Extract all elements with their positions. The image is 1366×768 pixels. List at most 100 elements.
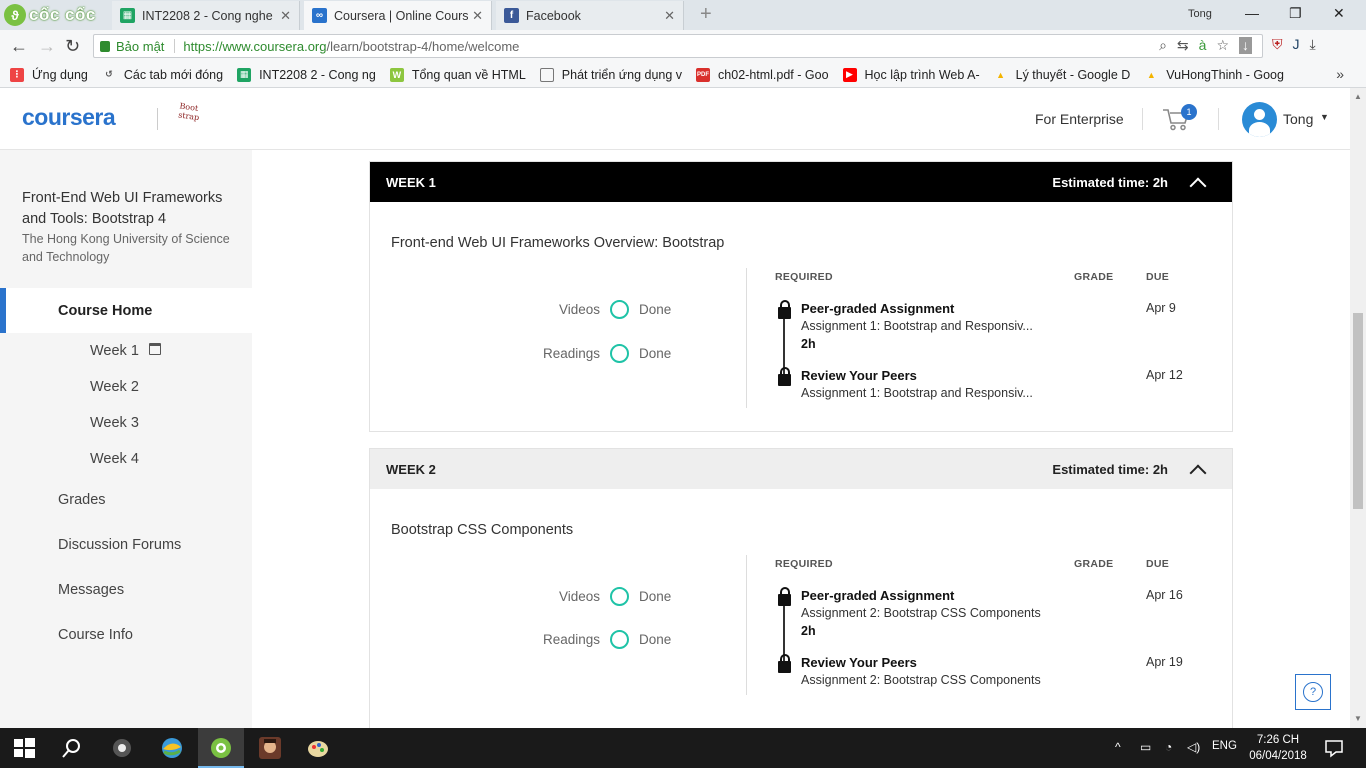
tab-close-icon[interactable]: ✕ [280, 8, 291, 24]
input-language[interactable]: ENG [1212, 740, 1237, 752]
back-icon[interactable]: ← [10, 36, 28, 57]
course-title[interactable]: Front-End Web UI Frameworks and Tools: B… [22, 188, 242, 230]
lock-icon [778, 587, 791, 606]
bookmark-star-icon[interactable]: ☆ [1216, 37, 1229, 54]
column-divider [746, 555, 747, 695]
translate-icon[interactable]: ⇆ [1177, 37, 1189, 54]
bookmark-ch02[interactable]: PDF ch02-html.pdf - Goo [696, 67, 829, 82]
bookmark-closed-tabs[interactable]: ↺ Các tab mới đóng [102, 68, 223, 82]
assignment-title[interactable]: Review Your Peers [801, 655, 917, 670]
tab-close-icon[interactable]: ✕ [472, 8, 483, 24]
reload-icon[interactable]: ↻ [65, 36, 80, 57]
chevron-up-icon[interactable] [1189, 177, 1207, 195]
timeline-line [783, 312, 785, 374]
taskbar-app-icon[interactable] [110, 736, 134, 760]
bookmark-html[interactable]: W Tổng quan về HTML [389, 67, 526, 82]
browser-profile[interactable]: Tong [1188, 8, 1212, 20]
paint-taskbar-icon[interactable] [306, 736, 330, 760]
search-icon[interactable]: ⌕ [1159, 37, 1167, 54]
bookmark-int2208[interactable]: ▦ INT2208 2 - Cong ng [237, 67, 376, 82]
bookmark-label: VuHongThinh - Goog [1166, 67, 1284, 82]
notifications-icon[interactable] [1322, 736, 1346, 760]
assignment-time: 2h [801, 624, 816, 638]
download-page-icon[interactable]: ↓ [1239, 37, 1252, 54]
course-thumbnail[interactable]: Boot strap [176, 101, 204, 134]
scroll-up-icon[interactable]: ▲ [1354, 92, 1362, 101]
forward-icon[interactable]: → [38, 36, 56, 57]
sidebar-item-week-1[interactable]: Week 1 [90, 343, 139, 359]
windows-taskbar: ^ ▭ ◔ ◁) ENG 7:26 CH 06/04/2018 [0, 728, 1366, 768]
network-icon[interactable]: ▭ [1140, 740, 1151, 754]
progress-status: Done [639, 346, 672, 361]
lock-icon [778, 367, 791, 386]
j-extension-icon[interactable]: J [1293, 36, 1300, 53]
sidebar-item-messages[interactable]: Messages [58, 582, 124, 598]
sidebar-item-discussion-forums[interactable]: Discussion Forums [58, 537, 181, 553]
assignment-title[interactable]: Peer-graded Assignment [801, 301, 954, 316]
assignment-title[interactable]: Peer-graded Assignment [801, 588, 954, 603]
url-bar[interactable]: Bảo mật https://www.coursera.org /learn/… [93, 34, 1263, 58]
sidebar-item-week-2[interactable]: Week 2 [90, 379, 139, 395]
coccoc-taskbar-icon[interactable] [209, 736, 233, 760]
omnibox-separator [174, 39, 176, 53]
chevron-down-icon[interactable]: ▼ [1320, 112, 1329, 122]
browser-tab-bar: ϑ cốc cốc ▦ INT2208 2 - Cong nghe ph ✕ ∞… [0, 0, 1366, 30]
assignment-subtitle[interactable]: Assignment 2: Bootstrap CSS Components [801, 606, 1041, 620]
module-title[interactable]: Front-end Web UI Frameworks Overview: Bo… [391, 235, 724, 251]
search-icon[interactable] [60, 736, 84, 760]
help-button[interactable]: ? [1295, 674, 1331, 710]
downloads-icon[interactable]: ⤓ [1310, 36, 1316, 53]
bookmark-ly-thuyet[interactable]: ▲ Lý thuyết - Google D [994, 67, 1131, 82]
sidebar-item-course-info[interactable]: Course Info [58, 627, 133, 643]
sidebar-item-week-3[interactable]: Week 3 [90, 415, 139, 431]
module-title[interactable]: Bootstrap CSS Components [391, 522, 573, 538]
windows-start-icon[interactable] [12, 736, 36, 760]
scroll-thumb[interactable] [1353, 313, 1363, 509]
close-window-icon[interactable]: ✕ [1333, 5, 1345, 22]
assignment-title[interactable]: Review Your Peers [801, 368, 917, 383]
volume-icon[interactable]: ◁) [1187, 740, 1200, 754]
tab-close-icon[interactable]: ✕ [664, 8, 675, 24]
bookmark-web-course[interactable]: ▶ Học lập trình Web A- [842, 67, 980, 82]
assignment-subtitle[interactable]: Assignment 2: Bootstrap CSS Components [801, 673, 1041, 687]
for-enterprise-link[interactable]: For Enterprise [1035, 111, 1124, 127]
sidebar-item-week-4[interactable]: Week 4 [90, 451, 139, 467]
main-content: WEEK 1 Estimated time: 2h Front-end Web … [252, 150, 1350, 728]
week-header[interactable]: WEEK 1 Estimated time: 2h [370, 162, 1232, 202]
coccoc-a-icon[interactable]: à [1199, 37, 1207, 54]
ublock-icon[interactable]: ⛨ [1272, 36, 1283, 53]
assignment-subtitle[interactable]: Assignment 1: Bootstrap and Responsiv... [801, 319, 1033, 333]
grade-header: GRADE [1074, 271, 1114, 283]
minimize-icon[interactable]: — [1245, 5, 1259, 21]
bookmark-apps[interactable]: ⋮ Ứng dụng [10, 67, 88, 82]
avatar[interactable] [1242, 102, 1277, 137]
bookmark-app-dev[interactable]: Phát triển ứng dụng v [539, 67, 682, 82]
coursera-logo[interactable]: coursera [22, 104, 116, 131]
bookmark-vuhongthinh[interactable]: ▲ VuHongThinh - Goog [1144, 68, 1284, 82]
tab-int2208[interactable]: ▦ INT2208 2 - Cong nghe ph ✕ [112, 1, 300, 30]
bookmark-label: Lý thuyết - Google D [1015, 67, 1131, 82]
taskbar-browser-icon[interactable] [160, 736, 184, 760]
new-tab-icon[interactable]: + [700, 3, 712, 26]
game-taskbar-icon[interactable] [258, 736, 282, 760]
bookmark-label: Các tab mới đóng [123, 67, 224, 82]
done-circle-icon [610, 587, 629, 606]
sidebar-item-course-home[interactable]: Course Home [0, 288, 252, 333]
tab-facebook[interactable]: f Facebook ✕ [496, 1, 684, 30]
tray-expand-icon[interactable]: ^ [1115, 740, 1121, 754]
maximize-icon[interactable]: ❐ [1289, 5, 1302, 22]
taskbar-clock[interactable]: 7:26 CH 06/04/2018 [1248, 732, 1308, 764]
browser-brand[interactable]: ϑ cốc cốc [4, 3, 96, 27]
chevron-up-icon[interactable] [1189, 464, 1207, 482]
bookmarks-more-icon[interactable]: » [1336, 66, 1344, 82]
clock-time: 7:26 CH [1256, 734, 1300, 746]
assignment-subtitle[interactable]: Assignment 1: Bootstrap and Responsiv... [801, 386, 1033, 400]
week-header[interactable]: WEEK 2 Estimated time: 2h [370, 449, 1232, 489]
tab-coursera[interactable]: ∞ Coursera | Online Courses ✕ [304, 1, 492, 30]
wifi-icon[interactable]: ◔ [1165, 740, 1172, 754]
facebook-icon: f [504, 8, 519, 23]
scroll-down-icon[interactable]: ▼ [1354, 714, 1362, 723]
user-name[interactable]: Tong [1283, 111, 1313, 127]
sidebar-item-grades[interactable]: Grades [58, 492, 106, 508]
page-scrollbar[interactable]: ▲ ▼ [1350, 88, 1366, 728]
